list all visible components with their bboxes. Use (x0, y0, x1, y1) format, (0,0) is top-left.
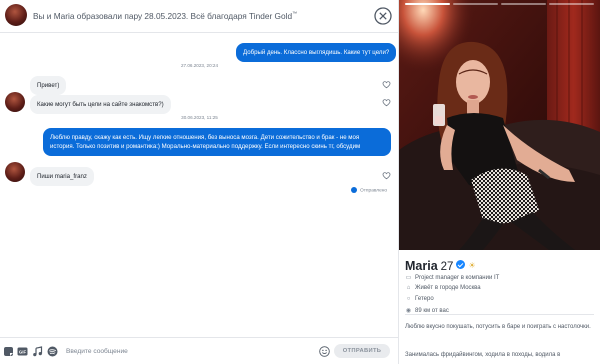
profile-age: 27 (440, 261, 454, 273)
send-button[interactable]: ОТПРАВИТЬ (334, 344, 390, 358)
photo-progress-segment[interactable] (501, 3, 546, 5)
profile-photo[interactable] (399, 0, 600, 250)
message-list: Добрый день. Классно выглядишь. Какие ту… (0, 34, 399, 336)
profile-divider (405, 314, 594, 315)
sent-check-icon (351, 187, 357, 193)
svg-text:GIF: GIF (19, 350, 27, 355)
detail-job: ▭ Project manager в компании IT (405, 274, 500, 281)
close-icon[interactable] (374, 7, 392, 25)
profile-photo-image (399, 0, 600, 250)
message-incoming: Какие могут быть цели на сайте знакомств… (30, 95, 171, 114)
heart-icon[interactable] (382, 98, 391, 107)
detail-distance: ◉ 89 км от вас (405, 307, 449, 314)
detail-orientation-text: Гетеро (415, 296, 434, 302)
sun-badge-icon: ☀ (468, 261, 476, 270)
location-icon: ◉ (405, 308, 412, 314)
spotify-icon[interactable] (47, 346, 58, 357)
heart-icon[interactable] (382, 80, 391, 89)
home-icon: ⌂ (406, 285, 411, 291)
sticker-icon[interactable] (3, 346, 14, 357)
match-title: Вы и Maria образовали пару 28.05.2023. В… (33, 11, 297, 21)
photo-progress-segment[interactable] (405, 3, 450, 5)
message-composer: GIF ОТПРАВИТЬ (0, 337, 399, 364)
detail-orientation: ○ Гетеро (405, 296, 434, 302)
emoji-icon[interactable] (319, 346, 330, 357)
message-timestamp: 27.06.2023, 20:24 (180, 63, 219, 68)
match-title-text: Вы и Maria образовали пару 28.05.2023. В… (33, 11, 293, 21)
match-avatar[interactable] (5, 162, 25, 182)
detail-city: ⌂ Живёт в городе Москва (405, 285, 481, 291)
message-outgoing: Добрый день. Классно выглядишь. Какие ту… (236, 43, 397, 62)
gif-icon[interactable]: GIF (17, 346, 28, 357)
message-outgoing: Люблю правду, скажу как есть. Ищу легкие… (43, 128, 391, 156)
profile-bio: Люблю вкусно покушать, потусить в баре и… (405, 324, 591, 330)
chat-panel: Вы и Maria образовали пару 28.05.2023. В… (0, 0, 399, 364)
briefcase-icon: ▭ (405, 275, 412, 281)
person-icon: ○ (406, 296, 411, 302)
verified-icon (456, 260, 466, 269)
photo-progress-segment[interactable] (453, 3, 498, 5)
photo-progress (405, 3, 594, 6)
match-avatar[interactable] (5, 92, 25, 112)
profile-info: Maria 27 ☀ ▭ Project manager в компании IT … (399, 250, 600, 364)
profile-bio-more: Занималась фридайвингом, ходила в походы… (405, 352, 561, 358)
message-timestamp: 30.06.2023, 11:25 (181, 115, 218, 120)
music-icon[interactable] (32, 346, 43, 357)
trademark-mark: ™ (292, 11, 298, 18)
profile-name-row: Maria 27 ☀ (405, 257, 476, 275)
photo-progress-segment[interactable] (549, 3, 594, 5)
detail-city-text: Живёт в городе Москва (415, 285, 481, 291)
delivery-status: Отправлено (351, 187, 387, 193)
profile-name: Maria (405, 259, 438, 273)
message-incoming: Пиши maria_franz (30, 167, 94, 186)
match-avatar[interactable] (5, 4, 27, 26)
delivery-status-text: Отправлено (360, 188, 388, 194)
heart-icon[interactable] (382, 171, 391, 180)
message-input[interactable] (66, 344, 314, 359)
profile-panel: Maria 27 ☀ ▭ Project manager в компании IT … (399, 0, 600, 364)
message-incoming: Привет) (30, 76, 67, 95)
detail-job-text: Project manager в компании IT (415, 275, 500, 281)
chat-header: Вы и Maria образовали пару 28.05.2023. В… (0, 0, 399, 33)
